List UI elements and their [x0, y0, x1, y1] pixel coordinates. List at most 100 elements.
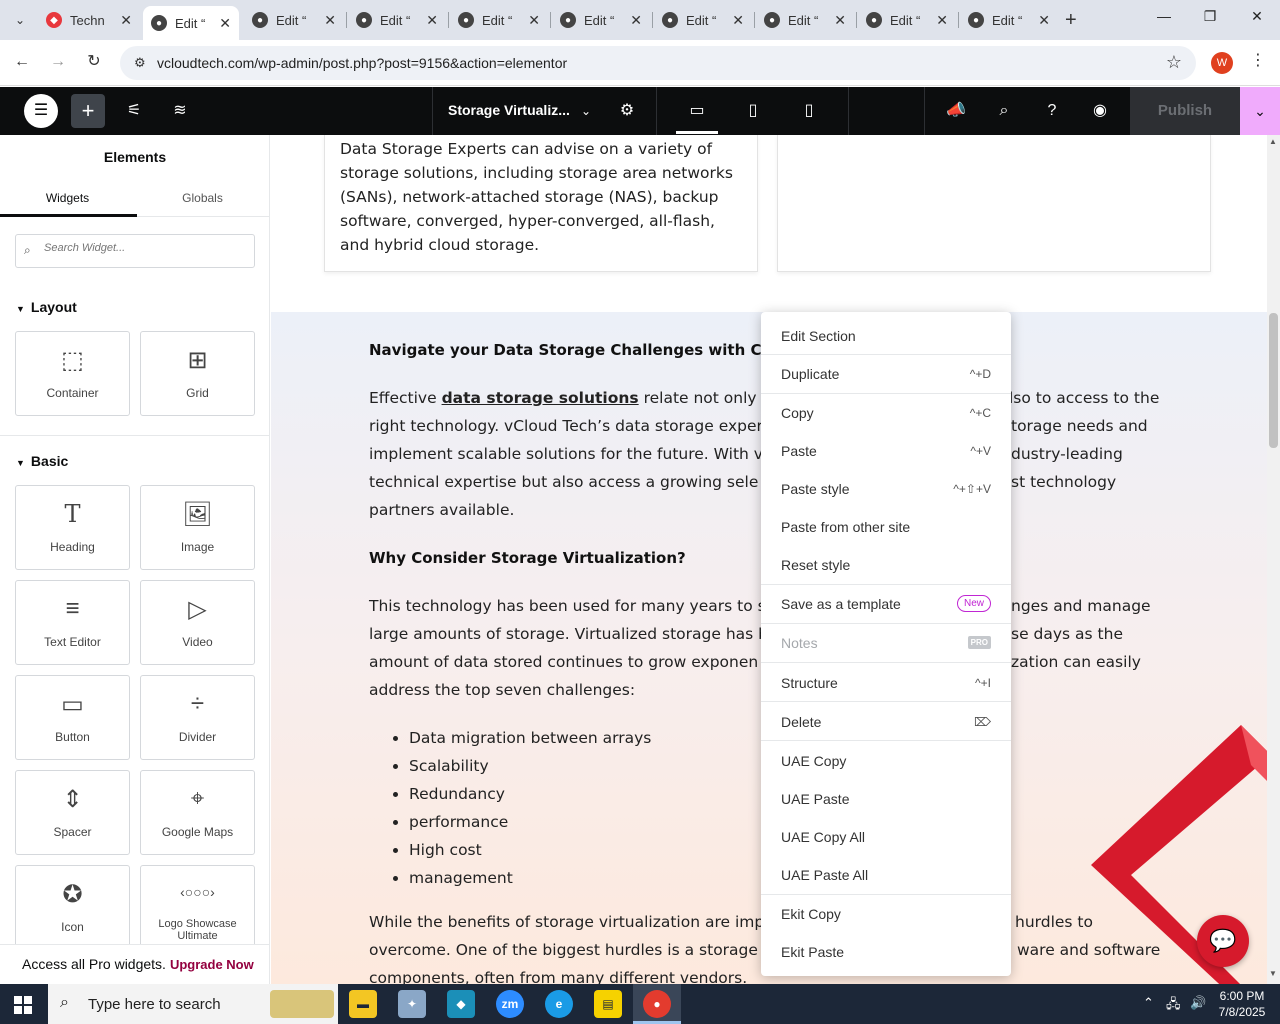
- menu-item-edit-section[interactable]: Edit Section: [761, 316, 1011, 354]
- elementor-logo-icon[interactable]: ☰: [24, 94, 58, 128]
- document-title-chevron-icon[interactable]: ⌄: [574, 99, 598, 123]
- menu-item-save-as-template[interactable]: Save as a template New: [761, 584, 1011, 622]
- zoom-app-icon[interactable]: zm: [496, 990, 524, 1018]
- menu-item-uae-copy[interactable]: UAE Copy: [761, 741, 1011, 779]
- widget-grid[interactable]: ⊞ Grid: [140, 331, 255, 416]
- tab-close-icon[interactable]: ✕: [834, 12, 846, 29]
- browser-tab-active[interactable]: ● Edit “ ✕: [143, 6, 239, 40]
- app-icon[interactable]: ◆: [447, 990, 475, 1018]
- menu-item-ekit-copy[interactable]: Ekit Copy: [761, 894, 1011, 932]
- widget-google-maps[interactable]: ⌖ Google Maps: [140, 770, 255, 855]
- browser-tab[interactable]: ● Edit “ ✕: [866, 6, 956, 34]
- file-explorer-icon[interactable]: ▬: [349, 990, 377, 1018]
- taskbar-clock[interactable]: 6:00 PM 7/8/2025: [1212, 988, 1272, 1020]
- tab-search-chevron-icon[interactable]: ⌄: [8, 8, 32, 32]
- taskbar-weather-widget-icon[interactable]: [270, 990, 334, 1018]
- data-storage-solutions-link[interactable]: data storage solutions: [442, 389, 639, 407]
- tab-globals[interactable]: Globals: [135, 191, 269, 205]
- tablet-device-icon[interactable]: ▯: [741, 99, 765, 123]
- menu-item-uae-paste[interactable]: UAE Paste: [761, 779, 1011, 817]
- structure-layers-icon[interactable]: ≋: [168, 99, 192, 123]
- browser-tab[interactable]: ● Edit “ ✕: [356, 6, 446, 34]
- preview-eye-icon[interactable]: ◉: [1088, 99, 1112, 123]
- back-arrow-icon[interactable]: ←: [12, 52, 32, 72]
- section-basic-header[interactable]: ▼ Basic: [16, 453, 68, 469]
- whats-new-megaphone-icon[interactable]: 📣: [944, 99, 968, 123]
- menu-item-copy[interactable]: Copy ^+C: [761, 393, 1011, 431]
- section-layout-header[interactable]: ▼ Layout: [16, 299, 77, 315]
- widget-text-editor[interactable]: ≡ Text Editor: [15, 580, 130, 665]
- window-minimize-icon[interactable]: —: [1152, 8, 1176, 24]
- mobile-device-icon[interactable]: ▯: [797, 99, 821, 123]
- url-text[interactable]: vcloudtech.com/wp-admin/post.php?post=91…: [157, 55, 567, 71]
- tab-close-icon[interactable]: ✕: [120, 12, 132, 29]
- add-element-plus-icon[interactable]: +: [71, 94, 105, 128]
- tab-close-icon[interactable]: ✕: [426, 12, 438, 29]
- tab-close-icon[interactable]: ✕: [936, 12, 948, 29]
- widget-icon[interactable]: ✪ Icon: [15, 865, 130, 950]
- scrollbar-thumb[interactable]: [1269, 313, 1278, 448]
- site-info-icon[interactable]: ⚙: [134, 55, 146, 71]
- menu-item-uae-paste-all[interactable]: UAE Paste All: [761, 855, 1011, 893]
- bookmark-star-icon[interactable]: ☆: [1166, 52, 1182, 73]
- url-omnibox[interactable]: ⚙ vcloudtech.com/wp-admin/post.php?post=…: [120, 46, 1196, 80]
- volume-icon[interactable]: 🔊: [1190, 995, 1206, 1011]
- menu-item-duplicate[interactable]: Duplicate ^+D: [761, 354, 1011, 392]
- help-question-icon[interactable]: ?: [1040, 99, 1064, 123]
- canvas-scrollbar[interactable]: ▲ ▼: [1267, 135, 1280, 984]
- browser-tab[interactable]: ● Edit “ ✕: [458, 6, 548, 34]
- windows-start-icon[interactable]: [14, 996, 32, 1014]
- publish-button[interactable]: Publish: [1130, 87, 1240, 135]
- widget-image[interactable]: 🖼 Image: [140, 485, 255, 570]
- widget-button[interactable]: ▭ Button: [15, 675, 130, 760]
- browser-tab[interactable]: ● Edit “ ✕: [764, 6, 854, 34]
- browser-tab[interactable]: ● Edit “ ✕: [252, 6, 344, 34]
- tab-widgets[interactable]: Widgets: [0, 191, 135, 205]
- browser-tab[interactable]: ◆ Techn ✕: [46, 6, 140, 34]
- chat-widget-icon[interactable]: 💬: [1197, 915, 1249, 967]
- window-restore-icon[interactable]: ❐: [1198, 8, 1222, 25]
- menu-item-paste-from-other-site[interactable]: Paste from other site: [761, 507, 1011, 545]
- widget-search-box[interactable]: ⌕: [15, 234, 255, 268]
- widget-divider[interactable]: ÷ Divider: [140, 675, 255, 760]
- browser-tab[interactable]: ● Edit “ ✕: [560, 6, 650, 34]
- tab-close-icon[interactable]: ✕: [219, 15, 231, 32]
- app-icon[interactable]: ✦: [398, 990, 426, 1018]
- window-close-icon[interactable]: ✕: [1245, 8, 1269, 25]
- menu-item-uae-copy-all[interactable]: UAE Copy All: [761, 817, 1011, 855]
- menu-item-paste[interactable]: Paste ^+V: [761, 431, 1011, 469]
- menu-item-ekit-paste[interactable]: Ekit Paste: [761, 932, 1011, 970]
- widget-search-input[interactable]: [44, 242, 244, 254]
- menu-item-paste-style[interactable]: Paste style ^+⇧+V: [761, 469, 1011, 507]
- browser-tab[interactable]: ● Edit “ ✕: [662, 6, 752, 34]
- widget-container[interactable]: ⬚ Container: [15, 331, 130, 416]
- tab-close-icon[interactable]: ✕: [324, 12, 336, 29]
- widget-heading[interactable]: T Heading: [15, 485, 130, 570]
- profile-avatar[interactable]: W: [1211, 52, 1233, 74]
- menu-item-structure[interactable]: Structure ^+I: [761, 663, 1011, 701]
- chrome-browser-icon[interactable]: ●: [643, 990, 671, 1018]
- publish-options-chevron-icon[interactable]: ⌄: [1240, 87, 1280, 135]
- document-title[interactable]: Storage Virtualiz...: [448, 102, 570, 118]
- forward-arrow-icon[interactable]: →: [48, 52, 68, 72]
- scroll-up-arrow-icon[interactable]: ▲: [1269, 137, 1277, 146]
- page-settings-gear-icon[interactable]: ⚙: [615, 99, 639, 123]
- finder-search-icon[interactable]: ⌕: [992, 99, 1016, 123]
- tray-chevron-up-icon[interactable]: ⌃: [1143, 995, 1154, 1011]
- new-tab-plus-icon[interactable]: +: [1065, 10, 1077, 30]
- scroll-down-arrow-icon[interactable]: ▼: [1269, 969, 1277, 978]
- browser-tab[interactable]: ● Edit “ ✕: [968, 6, 1058, 34]
- menu-item-notes[interactable]: Notes PRO: [761, 623, 1011, 661]
- edge-browser-icon[interactable]: e: [545, 990, 573, 1018]
- tab-close-icon[interactable]: ✕: [732, 12, 744, 29]
- widget-video[interactable]: ▷ Video: [140, 580, 255, 665]
- desktop-device-icon[interactable]: ▭: [685, 99, 709, 123]
- network-icon[interactable]: 🖧: [1166, 995, 1181, 1017]
- widget-spacer[interactable]: ⇕ Spacer: [15, 770, 130, 855]
- upgrade-now-link[interactable]: Upgrade Now: [170, 957, 254, 972]
- menu-item-reset-style[interactable]: Reset style: [761, 545, 1011, 583]
- tab-close-icon[interactable]: ✕: [528, 12, 540, 29]
- reload-icon[interactable]: ↻: [84, 52, 104, 72]
- browser-menu-kebab-icon[interactable]: ⋮: [1250, 50, 1266, 70]
- tab-close-icon[interactable]: ✕: [630, 12, 642, 29]
